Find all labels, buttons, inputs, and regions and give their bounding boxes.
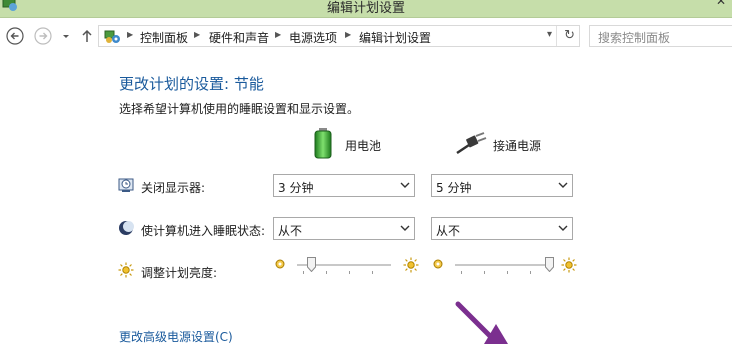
sleep-label: 使计算机进入睡眠状态: [141, 224, 266, 238]
address-bar[interactable]: ▶ 控制面板 ▶ 硬件和声音 ▶ 电源选项 ▶ 编辑计划设置 ▾ ↻ [98, 25, 580, 47]
dim-icon [433, 259, 443, 269]
back-button[interactable] [6, 27, 24, 45]
window-title: 编辑计划设置 [326, 1, 405, 16]
up-arrow-icon [82, 29, 92, 42]
slider-tick [461, 271, 462, 274]
search-input[interactable]: 搜索控制面板 [589, 25, 732, 47]
refresh-icon[interactable]: ↻ [564, 28, 575, 43]
chevron-down-icon [400, 182, 410, 188]
forward-arrow-icon [34, 27, 52, 45]
bright-icon [561, 257, 577, 273]
brightness-icon [118, 262, 134, 278]
dim-icon [275, 259, 285, 269]
brightness-battery-slider[interactable] [275, 257, 419, 281]
address-divider [556, 26, 557, 46]
display-off-battery-select[interactable]: 3 分钟 [273, 174, 415, 197]
slider-tick [372, 271, 373, 274]
power-plug-icon [456, 132, 487, 155]
navigation-bar: ▶ 控制面板 ▶ 硬件和声音 ▶ 电源选项 ▶ 编辑计划设置 ▾ ↻ 搜索控制面… [0, 18, 732, 54]
select-value: 5 分钟 [436, 181, 472, 195]
breadcrumb-separator: ▶ [345, 30, 352, 39]
breadcrumb-control-panel[interactable]: 控制面板 [140, 29, 188, 46]
sleep-battery-select[interactable]: 从不 [273, 217, 415, 240]
recent-locations-button[interactable] [57, 27, 75, 45]
battery-icon [314, 128, 332, 159]
slider-tick [507, 271, 508, 274]
slider-tick [326, 271, 327, 274]
column-label-plugged: 接通电源 [493, 139, 542, 153]
control-panel-icon [104, 30, 120, 43]
breadcrumb-separator: ▶ [194, 30, 201, 39]
turn-off-display-label: 关闭显示器: [141, 181, 206, 195]
select-value: 从不 [278, 224, 303, 238]
purple-arrow-annotation [455, 301, 508, 344]
chevron-down-icon [558, 225, 568, 231]
brightness-label: 调整计划亮度: [141, 266, 218, 280]
slider-thumb[interactable] [544, 257, 554, 272]
search-placeholder: 搜索控制面板 [598, 31, 671, 45]
forward-button[interactable] [34, 27, 52, 45]
chevron-down-icon [63, 35, 69, 38]
breadcrumb-separator: ▶ [127, 30, 134, 39]
address-dropdown-icon[interactable]: ▾ [547, 29, 552, 40]
breadcrumb-power-options[interactable]: 电源选项 [289, 29, 337, 46]
sleep-plugged-select[interactable]: 从不 [431, 217, 573, 240]
display-timer-icon [118, 178, 134, 192]
up-button[interactable] [78, 27, 96, 45]
slider-track [455, 264, 549, 266]
bright-icon [403, 257, 419, 273]
slider-tick [349, 271, 350, 274]
display-off-plugged-select[interactable]: 5 分钟 [431, 174, 573, 197]
brightness-plugged-slider[interactable] [433, 257, 577, 281]
breadcrumb-hardware-sound[interactable]: 硬件和声音 [209, 29, 269, 46]
slider-tick [530, 271, 531, 274]
breadcrumb-separator: ▶ [275, 30, 282, 39]
chevron-down-icon [400, 225, 410, 231]
sleep-moon-icon [119, 221, 134, 235]
slider-thumb[interactable] [306, 257, 316, 272]
slider-tick [484, 271, 485, 274]
page-subtitle: 选择希望计算机使用的睡眠设置和显示设置。 [119, 102, 360, 116]
close-icon[interactable]: ✕ [710, 0, 732, 14]
breadcrumb-edit-plan[interactable]: 编辑计划设置 [359, 29, 431, 46]
chevron-down-icon [558, 182, 568, 188]
title-bar: 编辑计划设置 ✕ [0, 0, 732, 18]
advanced-power-settings-link[interactable]: 更改高级电源设置(C) [119, 328, 233, 345]
select-value: 从不 [436, 224, 461, 238]
back-arrow-icon [6, 27, 24, 45]
page-title: 更改计划的设置: 节能 [119, 75, 264, 93]
select-value: 3 分钟 [278, 181, 314, 195]
slider-tick [303, 271, 304, 274]
column-label-battery: 用电池 [345, 139, 382, 153]
